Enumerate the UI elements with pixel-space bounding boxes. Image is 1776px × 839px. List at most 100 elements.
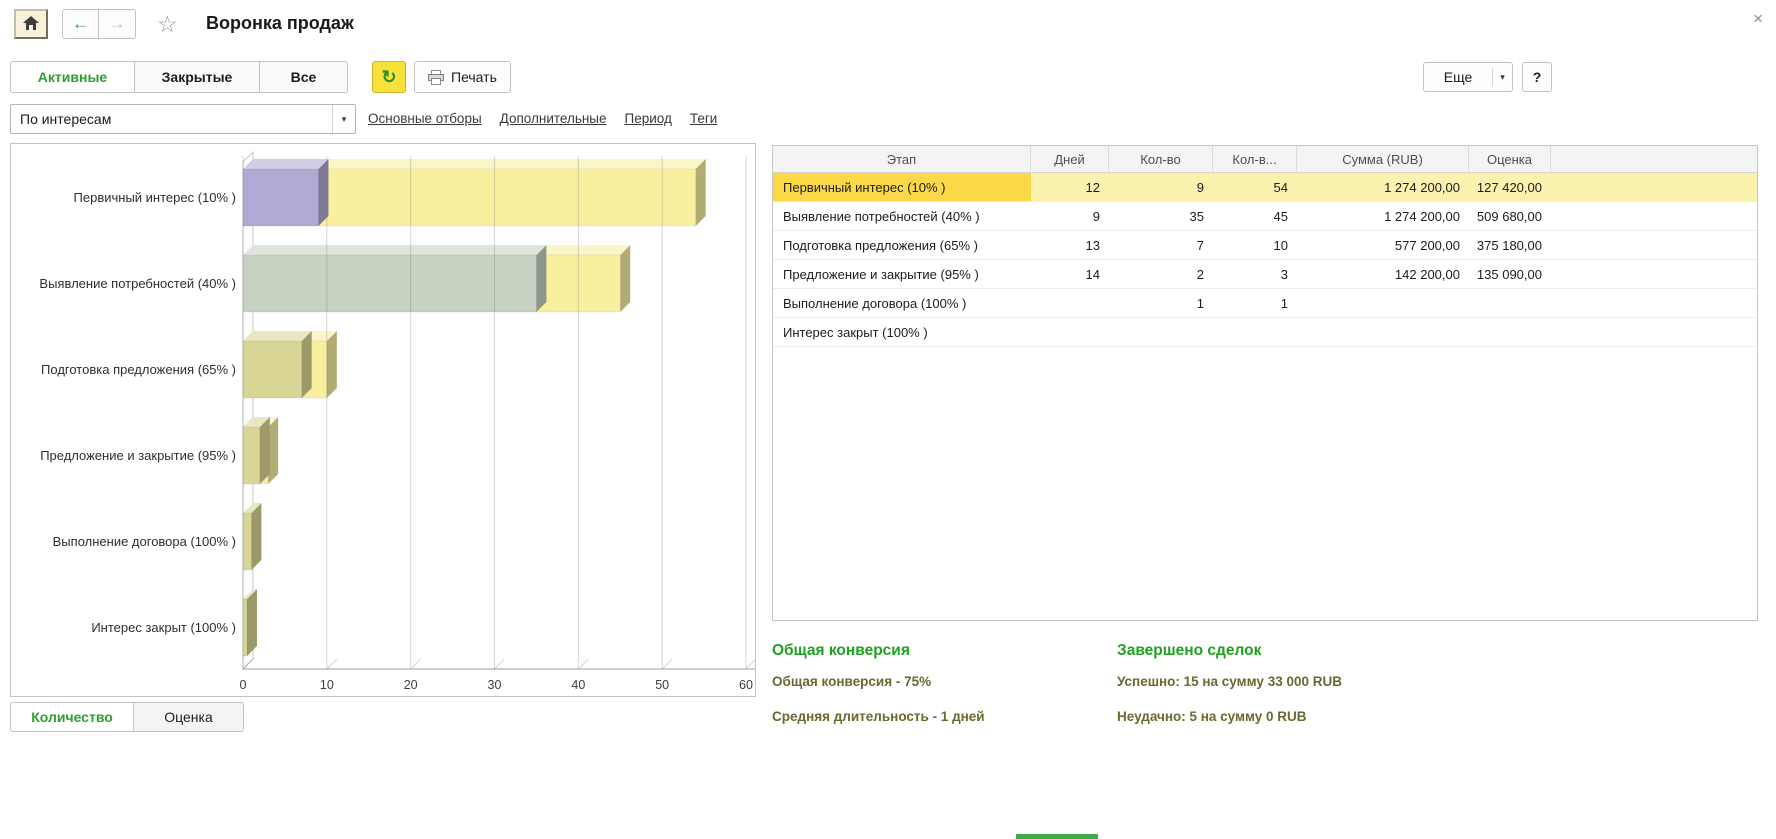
table-cell-filler — [1551, 231, 1757, 259]
table-cell[interactable]: Интерес закрыт (100% ) — [773, 318, 1031, 346]
table-cell[interactable] — [1213, 318, 1297, 346]
table-cell-filler — [1551, 260, 1757, 288]
stages-table: ЭтапДнейКол-воКол-в...Сумма (RUB)Оценка … — [772, 145, 1758, 621]
funnel-bar-1[interactable] — [243, 159, 706, 226]
table-cell[interactable] — [1297, 289, 1469, 317]
table-row-5[interactable]: Выполнение договора (100% ) 11 — [773, 289, 1757, 318]
table-row-6[interactable]: Интерес закрыт (100% ) — [773, 318, 1757, 347]
table-row-2[interactable]: Выявление потребностей (40% )935451 274 … — [773, 202, 1757, 231]
filter-link-2[interactable]: Дополнительные — [500, 111, 607, 126]
table-cell[interactable]: 7 — [1109, 231, 1213, 259]
column-header-5[interactable]: Сумма (RUB) — [1297, 146, 1469, 172]
table-cell[interactable] — [1109, 318, 1213, 346]
bottom-green-indicator — [1016, 834, 1098, 839]
back-button[interactable]: ← — [62, 9, 99, 39]
table-cell[interactable]: 1 — [1213, 289, 1297, 317]
more-button[interactable]: Еще ▾ — [1423, 62, 1513, 92]
view-tab-1[interactable]: Активные — [10, 61, 135, 93]
table-cell[interactable]: 142 200,00 — [1297, 260, 1469, 288]
table-cell[interactable]: 12 — [1031, 173, 1109, 201]
refresh-button[interactable]: ↻ — [372, 61, 406, 93]
column-header-3[interactable]: Кол-во — [1109, 146, 1213, 172]
funnel-bar-4[interactable] — [243, 417, 278, 484]
funnel-bar-2[interactable] — [243, 245, 630, 312]
favorite-star-icon[interactable]: ☆ — [157, 9, 178, 39]
printer-icon — [428, 70, 444, 85]
filter-link-3[interactable]: Период — [625, 111, 672, 126]
table-cell[interactable] — [1031, 289, 1109, 317]
category-label: Первичный интерес (10% ) — [74, 190, 236, 205]
help-button[interactable]: ? — [1522, 62, 1552, 92]
table-cell[interactable]: Первичный интерес (10% ) — [773, 173, 1031, 201]
table-cell[interactable]: 509 680,00 — [1469, 202, 1551, 230]
column-header-1[interactable]: Этап — [773, 146, 1031, 172]
table-row-1[interactable]: Первичный интерес (10% )129541 274 200,0… — [773, 173, 1757, 202]
table-cell[interactable] — [1469, 318, 1551, 346]
funnel-bar-5[interactable] — [243, 503, 261, 570]
sales-funnel-window: ← → ☆ Воронка продаж × АктивныеЗакрытыеВ… — [0, 0, 1776, 839]
table-cell[interactable]: 1 274 200,00 — [1297, 173, 1469, 201]
group-by-select-value: По интересам — [11, 111, 332, 127]
table-cell[interactable] — [1031, 318, 1109, 346]
table-row-4[interactable]: Предложение и закрытие (95% )1423142 200… — [773, 260, 1757, 289]
table-cell[interactable]: Выявление потребностей (40% ) — [773, 202, 1031, 230]
chart-tab-1[interactable]: Количество — [10, 702, 134, 732]
table-cell[interactable]: 127 420,00 — [1469, 173, 1551, 201]
column-header-2[interactable]: Дней — [1031, 146, 1109, 172]
table-cell[interactable]: 13 — [1031, 231, 1109, 259]
forward-button[interactable]: → — [99, 9, 136, 39]
group-by-select[interactable]: По интересам ▾ — [10, 104, 356, 134]
column-header-6[interactable]: Оценка — [1469, 146, 1551, 172]
column-header-4[interactable]: Кол-в... — [1213, 146, 1297, 172]
table-cell[interactable]: 2 — [1109, 260, 1213, 288]
table-cell[interactable]: 10 — [1213, 231, 1297, 259]
table-cell[interactable]: 14 — [1031, 260, 1109, 288]
table-cell[interactable]: 35 — [1109, 202, 1213, 230]
table-cell[interactable]: 9 — [1031, 202, 1109, 230]
funnel-bar-3[interactable] — [243, 331, 337, 398]
table-cell[interactable]: 1 274 200,00 — [1297, 202, 1469, 230]
command-bar: АктивныеЗакрытыеВсе ↻ Печать Еще ▾ ? — [10, 61, 1766, 93]
print-button[interactable]: Печать — [414, 61, 511, 93]
chart-tab-2[interactable]: Оценка — [134, 702, 244, 732]
x-tick-label: 10 — [320, 678, 334, 692]
deals-line-2: Неудачно: 5 на сумму 0 RUB — [1117, 709, 1758, 724]
x-tick-label: 0 — [240, 678, 247, 692]
filter-link-4[interactable]: Теги — [690, 111, 717, 126]
deals-lines: Успешно: 15 на сумму 33 000 RUBНеудачно:… — [1117, 674, 1758, 724]
category-label: Интерес закрыт (100% ) — [91, 620, 236, 635]
table-cell[interactable]: Выполнение договора (100% ) — [773, 289, 1031, 317]
deals-title: Завершено сделок — [1117, 642, 1758, 660]
x-tick-label: 60 — [739, 678, 753, 692]
view-tab-3[interactable]: Все — [260, 61, 348, 93]
table-cell[interactable]: 3 — [1213, 260, 1297, 288]
table-cell[interactable]: 45 — [1213, 202, 1297, 230]
chevron-down-icon: ▾ — [1493, 72, 1512, 83]
view-tabs: АктивныеЗакрытыеВсе — [10, 61, 348, 93]
funnel-bar-6[interactable] — [243, 589, 257, 656]
category-label: Предложение и закрытие (95% ) — [40, 448, 236, 463]
table-cell[interactable]: 1 — [1109, 289, 1213, 317]
view-tab-2[interactable]: Закрытые — [135, 61, 260, 93]
conversion-line-2: Средняя длительность - 1 дней — [772, 709, 1117, 724]
table-cell[interactable]: Подготовка предложения (65% ) — [773, 231, 1031, 259]
conversion-lines: Общая конверсия - 75% Средняя длительност… — [772, 674, 1117, 724]
table-cell[interactable]: Предложение и закрытие (95% ) — [773, 260, 1031, 288]
conversion-line-1: Общая конверсия - 75% — [772, 674, 1117, 689]
summary-section: Общая конверсия Общая конверсия - 75%Сре… — [772, 642, 1758, 744]
table-cell-filler — [1551, 173, 1757, 201]
table-cell[interactable]: 375 180,00 — [1469, 231, 1551, 259]
history-nav: ← → — [62, 9, 136, 39]
table-cell[interactable]: 9 — [1109, 173, 1213, 201]
chevron-down-icon[interactable]: ▾ — [332, 105, 355, 133]
table-cell[interactable] — [1469, 289, 1551, 317]
home-button[interactable] — [14, 9, 48, 39]
table-row-3[interactable]: Подготовка предложения (65% )13710577 20… — [773, 231, 1757, 260]
close-icon[interactable]: × — [1753, 9, 1763, 29]
table-cell[interactable]: 54 — [1213, 173, 1297, 201]
table-cell[interactable] — [1297, 318, 1469, 346]
table-cell[interactable]: 577 200,00 — [1297, 231, 1469, 259]
table-cell[interactable]: 135 090,00 — [1469, 260, 1551, 288]
filter-link-1[interactable]: Основные отборы — [368, 111, 482, 126]
funnel-chart-panel: Первичный интерес (10% )Выявление потреб… — [10, 143, 756, 697]
